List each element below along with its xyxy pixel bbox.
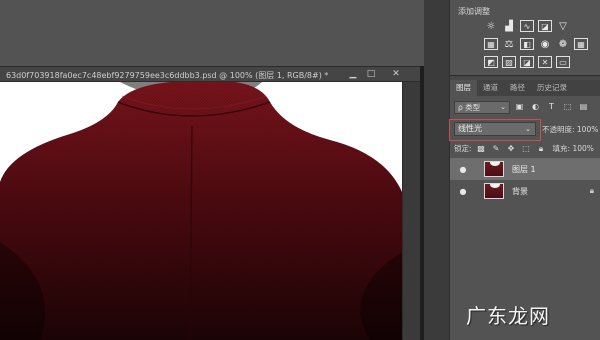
layer-name: 背景 xyxy=(512,186,528,196)
color-lookup-icon[interactable]: ▦ xyxy=(574,38,588,50)
layer-row[interactable]: ● 图层 1 xyxy=(450,158,600,180)
tab-paths[interactable]: 路径 xyxy=(504,80,531,96)
blend-row: 线性光 ⌄ 不透明度: 100% xyxy=(449,119,600,141)
collapsed-panel-strip[interactable] xyxy=(424,0,450,340)
lock-transparent-icon[interactable]: ▩ xyxy=(476,143,487,154)
layer-filter-select[interactable]: ρ 类型 ⌄ xyxy=(454,100,510,114)
brightness-icon[interactable]: ☼ xyxy=(484,20,498,32)
selective-color-icon[interactable]: ✕ xyxy=(538,56,552,68)
opacity-field[interactable]: 不透明度: 100% xyxy=(542,124,598,135)
options-area xyxy=(0,0,424,66)
lock-row: 锁定: ▩ ✎ ✥ ⬚ 🔒︎ 填充: 100% xyxy=(454,141,600,155)
shape-filter-icon[interactable]: ⬚ xyxy=(561,101,574,113)
lock-position-icon[interactable]: ✥ xyxy=(506,143,517,154)
highlight-box xyxy=(449,119,541,141)
document-title: 63d0f703918fa0ec7c48ebf9279759ee3c6ddbb3… xyxy=(6,71,329,80)
layer-thumbnail xyxy=(484,183,504,199)
document-canvas[interactable] xyxy=(0,82,402,340)
vibrance-icon[interactable]: ▦ xyxy=(484,38,498,50)
layer-name: 图层 1 xyxy=(512,164,536,174)
fill-field[interactable]: 填充: 100% xyxy=(553,143,594,154)
watermark: 广东龙网 xyxy=(466,304,550,328)
close-button[interactable]: ✕ xyxy=(389,69,403,80)
eye-icon[interactable]: ● xyxy=(456,165,470,174)
layer-filter-label: ρ 类型 xyxy=(458,102,481,112)
eye-icon[interactable]: ● xyxy=(456,187,470,196)
chevron-down-icon: ⌄ xyxy=(500,102,506,111)
lock-all-icon[interactable]: 🔒︎ xyxy=(536,143,547,154)
layers-panel-tabs: 图层 通道 路径 历史记录 xyxy=(450,80,600,96)
invert-icon[interactable]: ◩ xyxy=(484,56,498,68)
canvas-scrollbar[interactable] xyxy=(402,82,420,340)
lock-icon: 🔒︎ xyxy=(589,186,594,195)
layer-filter-row: ρ 类型 ⌄ ▣ ◐ T ⬚ ▤ xyxy=(454,100,598,114)
minimize-button[interactable]: ▁ xyxy=(346,69,360,80)
adjustments-panel: 添加调整 ☼ ▟ ∿ ◪ ▽ ▦ ⚖ ◧ ◉ ❁ ▦ ◩ ▨ ◪ ✕ ▭ xyxy=(450,0,600,76)
channel-mixer-icon[interactable]: ❁ xyxy=(556,38,570,50)
lock-image-icon[interactable]: ✎ xyxy=(491,143,502,154)
tab-history[interactable]: 历史记录 xyxy=(531,80,573,96)
balance-icon[interactable]: ⚖ xyxy=(502,38,516,50)
lock-label: 锁定: xyxy=(454,143,472,153)
photo-filter-icon[interactable]: ◉ xyxy=(538,38,552,50)
tab-channels[interactable]: 通道 xyxy=(477,80,504,96)
curves-icon[interactable]: ∿ xyxy=(520,20,534,32)
smart-object-filter-icon[interactable]: ▤ xyxy=(577,101,590,113)
suit-image xyxy=(0,82,402,340)
gradient-ramp-icon[interactable]: ▽ xyxy=(556,20,570,32)
threshold-icon[interactable]: ◪ xyxy=(520,56,534,68)
layer-thumbnail xyxy=(484,161,504,177)
document-tab[interactable]: 63d0f703918fa0ec7c48ebf9279759ee3c6ddbb3… xyxy=(0,66,420,82)
adjustments-title: 添加调整 xyxy=(458,7,490,16)
levels-icon[interactable]: ▟ xyxy=(502,20,516,32)
type-filter-icon[interactable]: T xyxy=(545,101,558,113)
blend-mode-select[interactable]: 线性光 ⌄ xyxy=(449,119,541,141)
tab-layers[interactable]: 图层 xyxy=(450,80,477,96)
gradient-map-icon[interactable]: ▭ xyxy=(556,56,570,68)
pixel-filter-icon[interactable]: ▣ xyxy=(513,101,526,113)
maximize-button[interactable]: □ xyxy=(364,69,378,80)
bw-icon[interactable]: ◧ xyxy=(520,38,534,50)
layer-row[interactable]: ● 背景 🔒︎ xyxy=(450,180,600,202)
workspace: 63d0f703918fa0ec7c48ebf9279759ee3c6ddbb3… xyxy=(0,0,424,340)
exposure-icon[interactable]: ◪ xyxy=(538,20,552,32)
posterize-icon[interactable]: ▨ xyxy=(502,56,516,68)
lock-artboard-icon[interactable]: ⬚ xyxy=(521,143,532,154)
adjustment-filter-icon[interactable]: ◐ xyxy=(529,101,542,113)
